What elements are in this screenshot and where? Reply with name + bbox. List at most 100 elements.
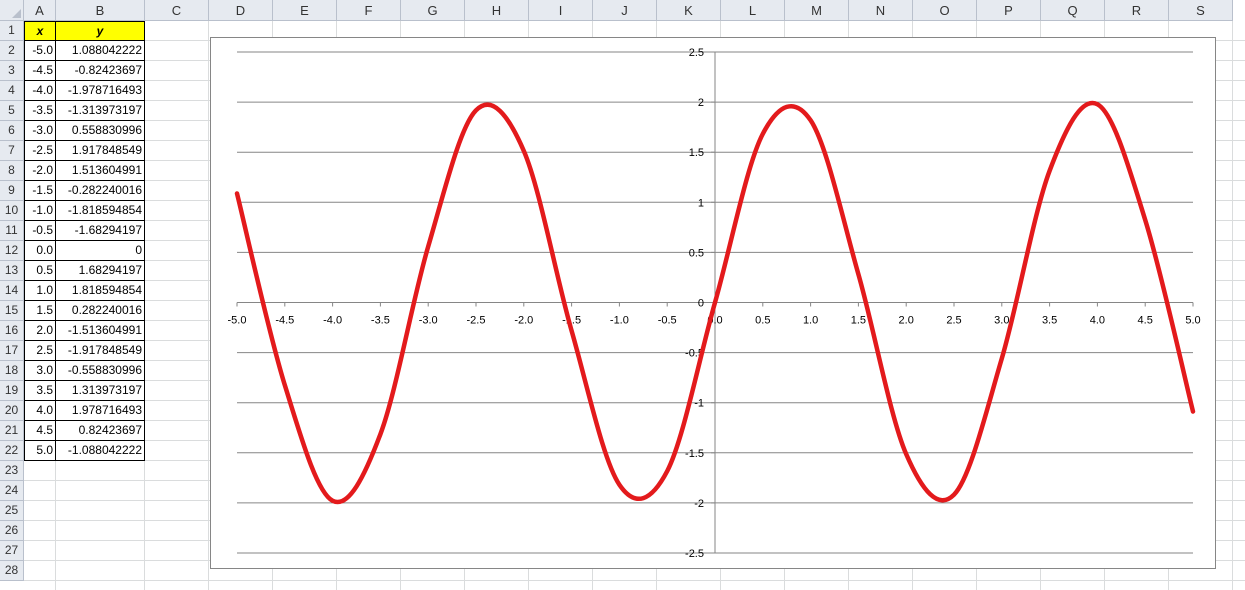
cell-x[interactable]: -1.0 [24, 201, 56, 221]
row-header-24[interactable]: 24 [0, 481, 24, 501]
cell-y[interactable]: 1.68294197 [56, 261, 145, 281]
column-header-k[interactable]: K [657, 0, 721, 21]
cell-x[interactable]: -3.0 [24, 121, 56, 141]
x-tick-label: -5.0 [228, 315, 247, 327]
gridline-vertical [1232, 21, 1233, 590]
cell-y[interactable]: -1.513604991 [56, 321, 145, 341]
cell-x[interactable]: -4.0 [24, 81, 56, 101]
row-header-3[interactable]: 3 [0, 61, 24, 81]
line-chart[interactable]: -5.0 -4.5 -4.0 -3.5 -3.0 -2.5 -2.0 -1.5 -1.0 -0.5… [210, 37, 1216, 569]
column-header-j[interactable]: J [593, 0, 657, 21]
column-header-d[interactable]: D [209, 0, 273, 21]
row-header-15[interactable]: 15 [0, 301, 24, 321]
x-tick-label: -4.0 [323, 315, 342, 327]
row-header-5[interactable]: 5 [0, 101, 24, 121]
select-all-button[interactable] [0, 0, 24, 21]
cell-x[interactable]: 2.0 [24, 321, 56, 341]
column-header-r[interactable]: R [1105, 0, 1169, 21]
row-header-22[interactable]: 22 [0, 441, 24, 461]
column-header-f[interactable]: F [337, 0, 401, 21]
column-header-m[interactable]: M [785, 0, 849, 21]
cell-y[interactable]: 0.558830996 [56, 121, 145, 141]
row-header-11[interactable]: 11 [0, 221, 24, 241]
row-header-17[interactable]: 17 [0, 341, 24, 361]
row-header-9[interactable]: 9 [0, 181, 24, 201]
cell-x[interactable]: 1.0 [24, 281, 56, 301]
cell-y[interactable]: 1.513604991 [56, 161, 145, 181]
row-header-4[interactable]: 4 [0, 81, 24, 101]
cell-x[interactable]: 2.5 [24, 341, 56, 361]
cell-x[interactable]: -0.5 [24, 221, 56, 241]
cell-x[interactable]: 3.0 [24, 361, 56, 381]
row-header-10[interactable]: 10 [0, 201, 24, 221]
cell-y[interactable]: 1.313973197 [56, 381, 145, 401]
column-header-l[interactable]: L [721, 0, 785, 21]
cell-x[interactable]: -3.5 [24, 101, 56, 121]
cell-y[interactable]: -0.282240016 [56, 181, 145, 201]
row-header-26[interactable]: 26 [0, 521, 24, 541]
cell-y[interactable]: 0 [56, 241, 145, 261]
cell-y[interactable]: -1.68294197 [56, 221, 145, 241]
header-cell-y[interactable]: y [56, 21, 145, 41]
column-header-i[interactable]: I [529, 0, 593, 21]
row-header-21[interactable]: 21 [0, 421, 24, 441]
cell-x[interactable]: 4.5 [24, 421, 56, 441]
cell-y[interactable]: 1.818594854 [56, 281, 145, 301]
column-header-b[interactable]: B [56, 0, 145, 21]
row-header-27[interactable]: 27 [0, 541, 24, 561]
column-header-e[interactable]: E [273, 0, 337, 21]
row-header-13[interactable]: 13 [0, 261, 24, 281]
cell-x[interactable]: -2.0 [24, 161, 56, 181]
row-header-28[interactable]: 28 [0, 561, 24, 581]
row-header-2[interactable]: 2 [0, 41, 24, 61]
row-header-16[interactable]: 16 [0, 321, 24, 341]
cell-y[interactable]: -1.818594854 [56, 201, 145, 221]
row-header-18[interactable]: 18 [0, 361, 24, 381]
column-header-c[interactable]: C [145, 0, 209, 21]
row-header-14[interactable]: 14 [0, 281, 24, 301]
row-header-6[interactable]: 6 [0, 121, 24, 141]
row-header-1[interactable]: 1 [0, 21, 24, 41]
row-header-23[interactable]: 23 [0, 461, 24, 481]
cell-y[interactable]: 1.088042222 [56, 41, 145, 61]
cell-y[interactable]: -0.82423697 [56, 61, 145, 81]
cell-x[interactable]: 5.0 [24, 441, 56, 461]
column-header-n[interactable]: N [849, 0, 913, 21]
row-header-12[interactable]: 12 [0, 241, 24, 261]
row-header-19[interactable]: 19 [0, 381, 24, 401]
y-tick-label: -1 [694, 398, 704, 410]
column-header-h[interactable]: H [465, 0, 529, 21]
cell-x[interactable]: -1.5 [24, 181, 56, 201]
cell-x[interactable]: -4.5 [24, 61, 56, 81]
column-header-g[interactable]: G [401, 0, 465, 21]
cell-x[interactable]: 4.0 [24, 401, 56, 421]
cell-x[interactable]: 1.5 [24, 301, 56, 321]
column-header-q[interactable]: Q [1041, 0, 1105, 21]
y-tick-label: -2 [694, 498, 704, 510]
row-header-20[interactable]: 20 [0, 401, 24, 421]
cell-y[interactable]: -1.917848549 [56, 341, 145, 361]
cell-y[interactable]: -1.313973197 [56, 101, 145, 121]
cell-y[interactable]: 0.282240016 [56, 301, 145, 321]
cell-x[interactable]: 0.5 [24, 261, 56, 281]
row-header-7[interactable]: 7 [0, 141, 24, 161]
cell-y[interactable]: -1.978716493 [56, 81, 145, 101]
header-cell-x[interactable]: x [24, 21, 56, 41]
cell-y[interactable]: -0.558830996 [56, 361, 145, 381]
column-header-a[interactable]: A [24, 0, 56, 21]
cell-y[interactable]: 0.82423697 [56, 421, 145, 441]
cell-y[interactable]: 1.917848549 [56, 141, 145, 161]
cell-y[interactable]: -1.088042222 [56, 441, 145, 461]
column-header-o[interactable]: O [913, 0, 977, 21]
column-header-s[interactable]: S [1169, 0, 1233, 21]
column-header-p[interactable]: P [977, 0, 1041, 21]
cell-x[interactable]: -5.0 [24, 41, 56, 61]
row-header-25[interactable]: 25 [0, 501, 24, 521]
cell-y[interactable]: 1.978716493 [56, 401, 145, 421]
row-header-8[interactable]: 8 [0, 161, 24, 181]
x-tick-label: 3.5 [1042, 315, 1057, 327]
cell-x[interactable]: 3.5 [24, 381, 56, 401]
y-tick-label: 1 [698, 197, 704, 209]
cell-x[interactable]: -2.5 [24, 141, 56, 161]
cell-x[interactable]: 0.0 [24, 241, 56, 261]
